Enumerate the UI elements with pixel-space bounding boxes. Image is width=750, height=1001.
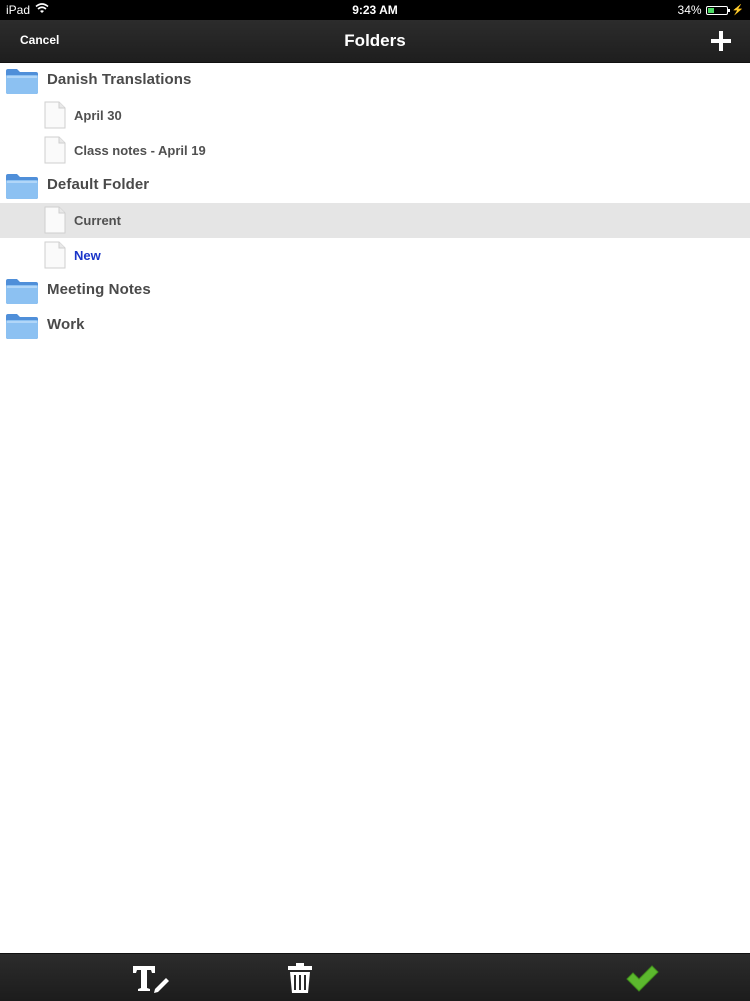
trash-icon — [288, 963, 312, 993]
folder-row[interactable]: Meeting Notes — [0, 273, 750, 308]
document-icon — [44, 136, 66, 164]
checkmark-icon — [626, 965, 659, 992]
folder-icon — [5, 172, 39, 200]
battery-nub — [727, 8, 730, 12]
file-label: Current — [74, 213, 121, 228]
file-label: April 30 — [74, 108, 122, 123]
file-row[interactable]: Class notes - April 19 — [0, 133, 750, 168]
status-time: 9:23 AM — [352, 3, 398, 17]
rename-button[interactable] — [131, 962, 171, 994]
charging-bolt-icon: ⚡ — [731, 4, 744, 16]
folder-label: Meeting Notes — [47, 281, 151, 298]
confirm-button[interactable] — [624, 962, 660, 994]
battery-level-fill — [707, 7, 714, 13]
document-icon — [44, 241, 66, 269]
folder-label: Danish Translations — [47, 71, 192, 88]
file-row[interactable]: New — [0, 238, 750, 273]
folder-label: Work — [47, 316, 85, 333]
folder-row[interactable]: Danish Translations — [0, 63, 750, 98]
folder-icon — [5, 277, 39, 305]
battery-icon — [705, 5, 730, 15]
cancel-button[interactable]: Cancel — [20, 33, 59, 47]
status-right: 34% ⚡ — [678, 3, 744, 17]
nav-bar: Cancel Folders — [0, 20, 750, 63]
document-icon — [44, 206, 66, 234]
status-bar: iPad 9:23 AM 34% ⚡ — [0, 0, 750, 20]
document-icon — [44, 101, 66, 129]
bottom-toolbar — [0, 953, 750, 1001]
add-folder-button[interactable] — [708, 28, 734, 54]
folder-label: Default Folder — [47, 176, 150, 193]
folder-row[interactable]: Default Folder — [0, 168, 750, 203]
page-title: Folders — [344, 31, 406, 50]
folder-icon — [5, 67, 39, 95]
rename-text-icon — [133, 966, 169, 993]
file-label: New — [74, 248, 101, 263]
file-row[interactable]: April 30 — [0, 98, 750, 133]
folder-icon — [5, 312, 39, 340]
folder-row[interactable]: Work — [0, 308, 750, 343]
file-row[interactable]: Current — [0, 203, 750, 238]
battery-percent: 34% — [677, 3, 702, 17]
file-label: Class notes - April 19 — [74, 143, 206, 158]
folder-list: Danish Translations April 30 Class notes -… — [0, 63, 750, 343]
delete-button[interactable] — [286, 962, 314, 994]
plus-icon — [711, 31, 731, 51]
